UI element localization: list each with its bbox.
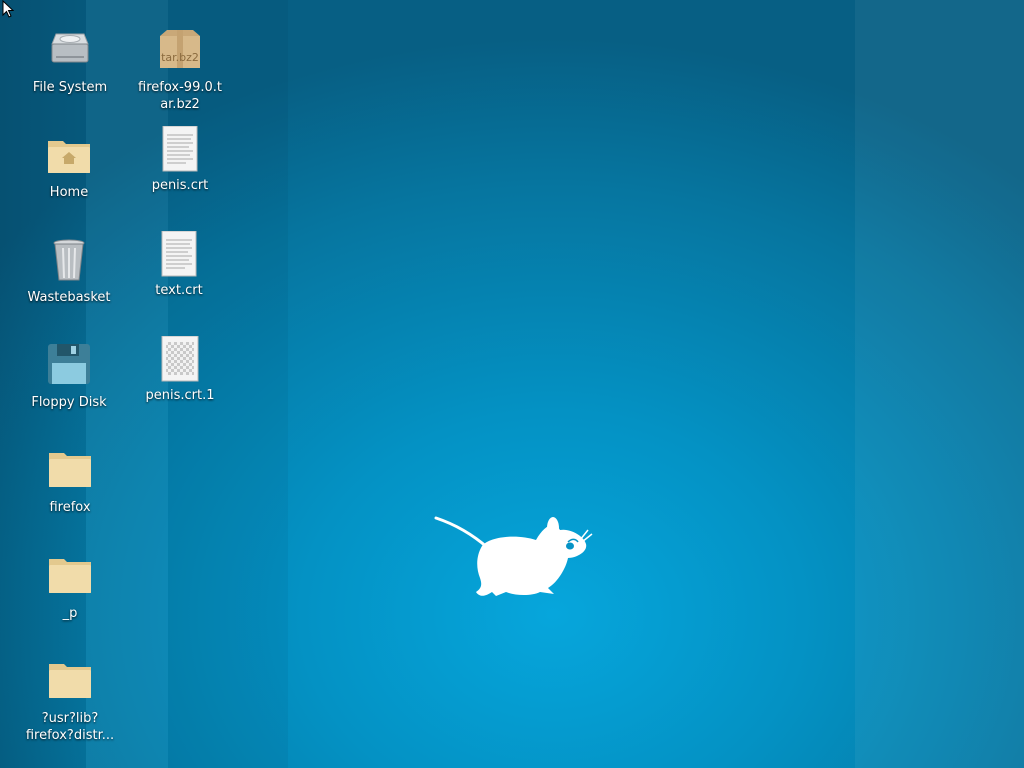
image-file-icon (156, 335, 204, 382)
archive-icon: tar.bz2 (156, 28, 204, 76)
desktop-icon-home[interactable]: Home (17, 133, 121, 201)
folder-icon (46, 554, 94, 602)
p-folder-label: _p (62, 606, 78, 621)
wallpaper-band (855, 0, 1024, 768)
desktop-icon-wastebasket[interactable]: Wastebasket (17, 238, 121, 306)
text-crt-label: text.crt (155, 283, 203, 298)
floppy-disk-label: Floppy Disk (31, 395, 107, 410)
folder-icon (46, 659, 94, 707)
desktop-icon-penis-crt[interactable]: penis.crt (128, 125, 232, 194)
home-folder-icon (45, 133, 93, 181)
desktop-icon-penis-crt-1[interactable]: penis.crt.1 (128, 335, 232, 404)
desktop-icon-text-crt[interactable]: text.crt (127, 230, 231, 299)
folder-icon (46, 448, 94, 496)
file-system-label: File System (32, 80, 108, 95)
home-label: Home (49, 185, 89, 200)
trash-icon (45, 238, 93, 286)
mouse-pointer-icon (2, 0, 14, 18)
desktop-icon-usr-lib-folder[interactable]: ?usr?lib? firefox?distr... (18, 659, 122, 744)
penis-crt-label: penis.crt (151, 178, 209, 193)
desktop-icon-firefox-archive[interactable]: tar.bz2 firefox-99.0.t ar.bz2 (128, 28, 232, 113)
desktop-icon-floppy-disk[interactable]: Floppy Disk (17, 343, 121, 411)
xfce-mouse-logo (434, 516, 593, 596)
desktop-icon-firefox-folder[interactable]: firefox (18, 448, 122, 516)
wastebasket-label: Wastebasket (27, 290, 111, 305)
archive-badge-text: tar.bz2 (161, 51, 199, 64)
text-file-icon (155, 230, 203, 277)
firefox-archive-label: firefox-99.0.t ar.bz2 (138, 80, 222, 112)
floppy-icon (45, 343, 93, 391)
desktop-icon-file-system[interactable]: File System (18, 28, 122, 96)
penis-crt-1-label: penis.crt.1 (145, 388, 215, 403)
firefox-folder-label: firefox (49, 500, 91, 515)
desktop-icon-p-folder[interactable]: _p (18, 554, 122, 622)
text-file-icon (156, 125, 204, 172)
usr-lib-folder-label: ?usr?lib? firefox?distr... (25, 711, 115, 743)
harddisk-icon (46, 28, 94, 76)
